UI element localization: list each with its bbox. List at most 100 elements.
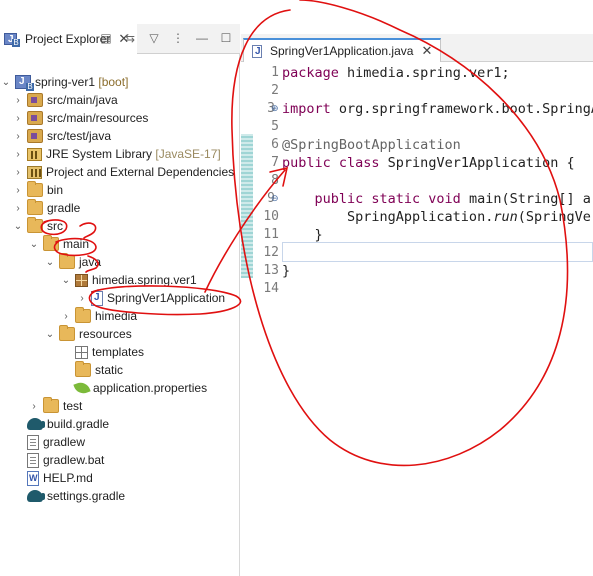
- link-editor-icon[interactable]: ⇆: [122, 30, 138, 46]
- annotation: @SpringBootApplication: [282, 137, 461, 153]
- tree-item[interactable]: › gradle: [12, 199, 80, 217]
- chevron-down-icon[interactable]: ⌄: [0, 76, 12, 88]
- source-folder-icon: [27, 129, 43, 143]
- tree-item-label: settings.gradle: [47, 489, 126, 503]
- chevron-down-icon[interactable]: ⌄: [44, 328, 56, 340]
- project-decoration: [boot]: [98, 75, 129, 89]
- folder-icon: [75, 307, 91, 323]
- code-text: SpringVer1Application {: [379, 155, 575, 171]
- tree-item[interactable]: settings.gradle: [27, 487, 125, 505]
- chevron-right-icon[interactable]: ›: [12, 166, 24, 178]
- code-line: }: [282, 262, 290, 280]
- jre-decoration: [JavaSE-17]: [155, 147, 221, 161]
- tree-item[interactable]: › JRE System Library [JavaSE-17]: [12, 145, 221, 163]
- tree-item-project[interactable]: ⌄ spring-ver1 [boot]: [0, 73, 128, 91]
- tree-item[interactable]: ⌄ himedia.spring.ver1: [60, 271, 197, 289]
- tab-label: SpringVer1Application.java: [270, 44, 414, 58]
- chevron-down-icon[interactable]: ⌄: [44, 256, 56, 268]
- tree-item-label: src/main/java: [47, 93, 118, 107]
- minimize-icon[interactable]: —: [194, 30, 210, 46]
- code-editor[interactable]: 1 2 3 ⊕ 5 6 7 8 9 ⊖ 10 11 12 13 14 packa…: [241, 62, 593, 576]
- chevron-right-icon[interactable]: ›: [12, 184, 24, 196]
- code-text: }: [282, 263, 291, 279]
- tree-item-label: build.gradle: [47, 417, 110, 431]
- tree-item[interactable]: › Project and External Dependencies: [12, 163, 234, 181]
- filter-icon[interactable]: ▽: [146, 30, 162, 46]
- chevron-right-icon[interactable]: ›: [12, 112, 24, 124]
- line-number: 13: [263, 263, 279, 278]
- tree-item[interactable]: › SpringVer1Application: [76, 289, 225, 307]
- tree-item-label: src/main/resources: [47, 111, 149, 125]
- tab-springver1application-java[interactable]: SpringVer1Application.java ✕: [243, 38, 442, 62]
- tree-item-label: gradlew: [43, 435, 86, 449]
- close-icon[interactable]: ✕: [421, 43, 432, 59]
- chevron-right-icon[interactable]: ›: [60, 310, 72, 322]
- library-icon: [27, 165, 42, 179]
- folder-icon: [59, 325, 75, 341]
- chevron-right-icon[interactable]: ›: [12, 94, 24, 106]
- java-file-icon: [252, 44, 262, 58]
- tree-item-label: java: [79, 255, 102, 269]
- tree-item[interactable]: › himedia: [60, 307, 137, 325]
- tree-item[interactable]: static: [75, 361, 123, 379]
- tree-item[interactable]: › bin: [12, 181, 63, 199]
- folder-icon: [27, 217, 43, 233]
- code-line: public static void main(String[] ar: [282, 190, 593, 208]
- chevron-right-icon[interactable]: ›: [12, 148, 24, 160]
- package-icon: [75, 273, 88, 287]
- code-area[interactable]: package himedia.spring.ver1; import org.…: [282, 62, 593, 576]
- tree-item[interactable]: ⌄ resources: [44, 325, 132, 343]
- tree-item-label: HELP.md: [43, 471, 93, 485]
- tree-item-label: src/test/java: [47, 129, 112, 143]
- line-number: 12: [263, 245, 279, 260]
- line-number: 2: [271, 83, 279, 98]
- gradle-icon: [27, 490, 45, 502]
- tree-item[interactable]: › test: [28, 397, 82, 415]
- tree-item[interactable]: › src/main/java: [12, 91, 118, 109]
- spring-leaf-icon: [73, 379, 91, 397]
- tree-item[interactable]: templates: [75, 343, 144, 361]
- chevron-down-icon[interactable]: ⌄: [28, 238, 40, 250]
- tree-item[interactable]: gradlew.bat: [27, 451, 104, 469]
- source-folder-icon: [27, 111, 43, 125]
- tree-item-label: templates: [92, 345, 145, 359]
- tree-item[interactable]: gradlew: [27, 433, 85, 451]
- line-number: 1: [271, 65, 279, 80]
- maximize-icon[interactable]: ☐: [218, 30, 234, 46]
- folder-icon: [43, 235, 59, 251]
- project-explorer-tabbar: Project Explorer ✕ ▤ ⇆ ▽ ⋮ — ☐: [0, 24, 240, 54]
- chevron-right-icon[interactable]: ›: [28, 400, 40, 412]
- tree-item[interactable]: HELP.md: [27, 469, 93, 487]
- project-explorer-icon: [4, 33, 20, 47]
- line-number: 5: [271, 119, 279, 134]
- chevron-right-icon[interactable]: ›: [12, 130, 24, 142]
- tree-item[interactable]: ⌄ main: [28, 235, 89, 253]
- tree-item[interactable]: build.gradle: [27, 415, 109, 433]
- tree-item[interactable]: application.properties: [73, 379, 207, 397]
- keyword: package: [282, 65, 339, 81]
- code-line: SpringApplication.run(SpringVer: [282, 208, 593, 226]
- tree-item[interactable]: ⌄ src: [12, 217, 63, 235]
- fold-collapse-icon[interactable]: ⊖: [271, 193, 279, 204]
- line-number: 6: [271, 137, 279, 152]
- code-line: package himedia.spring.ver1;: [282, 64, 510, 82]
- tree-item[interactable]: ⌄ java: [44, 253, 101, 271]
- tree-item[interactable]: › src/test/java: [12, 127, 111, 145]
- folder-icon: [59, 253, 75, 269]
- collapse-all-icon[interactable]: ▤: [98, 30, 114, 46]
- chevron-right-icon[interactable]: ›: [76, 292, 88, 304]
- file-icon: [27, 434, 39, 450]
- folder-icon: [43, 397, 59, 413]
- view-menu-icon[interactable]: ⋮: [170, 30, 186, 46]
- explorer-toolbar: ▤ ⇆ ▽ ⋮ — ☐: [98, 30, 234, 46]
- tree-item-label: bin: [47, 183, 64, 197]
- line-number: 8: [271, 173, 279, 188]
- fold-expand-icon[interactable]: ⊕: [271, 103, 279, 114]
- chevron-down-icon[interactable]: ⌄: [12, 220, 24, 232]
- boot-project-icon: [15, 75, 34, 91]
- chevron-down-icon[interactable]: ⌄: [60, 274, 72, 286]
- tree-item[interactable]: › src/main/resources: [12, 109, 148, 127]
- tree-item-label: test: [63, 399, 83, 413]
- chevron-right-icon[interactable]: ›: [12, 202, 24, 214]
- editor-tabbar: SpringVer1Application.java ✕: [241, 34, 593, 62]
